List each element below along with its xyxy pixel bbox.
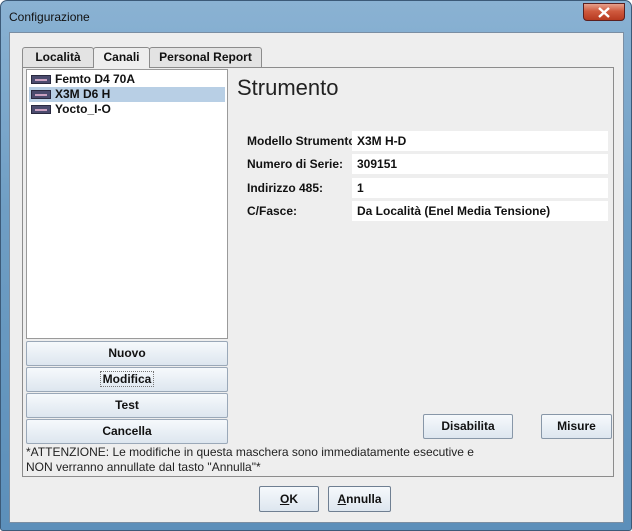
device-list[interactable]: Femto D4 70A X3M D6 H Yocto_I-O bbox=[26, 69, 228, 339]
address-value: 1 bbox=[352, 178, 608, 198]
delete-button[interactable]: Cancella bbox=[26, 419, 228, 444]
tab-localita[interactable]: Località bbox=[22, 47, 94, 67]
bands-label: C/Fasce: bbox=[247, 204, 298, 218]
device-icon bbox=[31, 90, 51, 99]
dialog-content: Località Canali Personal Report Femto D4… bbox=[9, 32, 624, 523]
warning-note: *ATTENZIONE: Le modifiche in questa masc… bbox=[26, 445, 586, 475]
list-item[interactable]: Yocto_I-O bbox=[29, 102, 225, 117]
list-item-label: Femto D4 70A bbox=[55, 72, 136, 86]
ok-label: K bbox=[289, 492, 298, 506]
model-value: X3M H-D bbox=[352, 131, 608, 151]
serial-label: Numero di Serie: bbox=[247, 157, 344, 171]
section-heading: Strumento bbox=[237, 75, 339, 100]
edit-button[interactable]: Modifica bbox=[26, 367, 228, 392]
new-button-label: Nuovo bbox=[108, 346, 146, 360]
ok-button[interactable]: OK bbox=[259, 486, 319, 512]
delete-button-label: Cancella bbox=[102, 424, 152, 438]
device-icon bbox=[31, 105, 51, 114]
tab-label: Canali bbox=[103, 50, 140, 64]
measures-button[interactable]: Misure bbox=[541, 414, 612, 439]
list-item-label: Yocto_I-O bbox=[55, 102, 111, 116]
test-button[interactable]: Test bbox=[26, 393, 228, 418]
new-button[interactable]: Nuovo bbox=[26, 341, 228, 366]
model-label: Modello Strumento: bbox=[247, 134, 360, 148]
list-item-label: X3M D6 H bbox=[55, 87, 111, 101]
tab-personal-report[interactable]: Personal Report bbox=[149, 47, 262, 67]
window-title: Configurazione bbox=[9, 10, 90, 24]
cancel-button[interactable]: Annulla bbox=[328, 486, 391, 512]
tab-label: Località bbox=[35, 50, 81, 64]
test-button-label: Test bbox=[115, 398, 139, 412]
warning-line-2: NON verranno annullate dal tasto "Annull… bbox=[26, 460, 261, 474]
tab-label: Personal Report bbox=[159, 50, 252, 64]
title-bar[interactable]: Configurazione bbox=[1, 1, 631, 31]
cancel-label: nnulla bbox=[346, 492, 382, 506]
bands-value: Da Località (Enel Media Tensione) bbox=[352, 201, 608, 221]
tab-canali[interactable]: Canali bbox=[93, 47, 150, 68]
device-icon bbox=[31, 75, 51, 84]
list-item-selected[interactable]: X3M D6 H bbox=[29, 87, 225, 102]
config-window: Configurazione Località Canali Personal … bbox=[0, 0, 632, 531]
address-label: Indirizzo 485: bbox=[247, 181, 324, 195]
cancel-mnemonic: A bbox=[337, 492, 347, 506]
warning-line-1: *ATTENZIONE: Le modifiche in questa masc… bbox=[26, 445, 474, 459]
measures-button-label: Misure bbox=[557, 419, 596, 433]
list-item[interactable]: Femto D4 70A bbox=[29, 72, 225, 87]
serial-value: 309151 bbox=[352, 154, 608, 174]
edit-button-label: Modifica bbox=[99, 371, 155, 387]
close-button[interactable] bbox=[583, 3, 625, 21]
disable-button-label: Disabilita bbox=[441, 419, 495, 433]
disable-button[interactable]: Disabilita bbox=[423, 414, 513, 439]
ok-mnemonic: O bbox=[279, 492, 290, 506]
close-icon bbox=[598, 7, 610, 18]
